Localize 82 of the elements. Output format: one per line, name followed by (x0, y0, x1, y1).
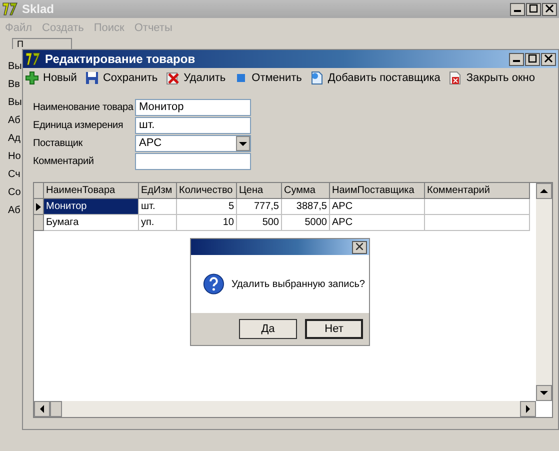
left-arrow-icon (39, 404, 45, 413)
down-arrow-icon (540, 390, 548, 396)
row-pointer-icon (36, 202, 41, 210)
close-icon (545, 4, 554, 13)
input-field[interactable]: шт. (135, 117, 251, 134)
field-label: Поставщик (33, 137, 84, 151)
dropdown-button[interactable] (236, 136, 250, 151)
close-button[interactable] (352, 240, 367, 254)
input-field[interactable]: Монитор (135, 99, 251, 116)
column-header[interactable]: Количество (177, 183, 237, 199)
close-button[interactable] (542, 2, 557, 16)
document-icon (310, 71, 324, 85)
close-icon (544, 54, 553, 63)
scroll-left-button[interactable] (34, 401, 50, 417)
field-label: Единица измерения (33, 119, 124, 133)
input-field[interactable] (135, 153, 251, 170)
list-item[interactable]: Вв (8, 78, 22, 92)
window-title: Редактирование товаров (45, 51, 196, 68)
table-cell: 3887,5 (282, 199, 330, 215)
column-header[interactable]: НаимПоставщика (330, 183, 425, 199)
dialog-message: Удалить выбранную запись? (231, 278, 365, 292)
table-cell: 10 (177, 215, 237, 231)
toolbar-button[interactable]: Удалить (164, 70, 232, 86)
table-cell: 777,5 (237, 199, 282, 215)
tab[interactable]: П (12, 38, 72, 49)
column-header[interactable]: ЕдИзм (139, 183, 177, 199)
toolbar-button[interactable]: Закрыть окно (446, 70, 541, 86)
dialog-button[interactable]: Нет (305, 319, 363, 339)
toolbar-button[interactable]: Добавить поставщика (308, 70, 446, 86)
table-cell: APC (330, 215, 425, 231)
field-label: Комментарий (33, 155, 95, 169)
list-item[interactable]: Но (8, 150, 22, 164)
column-header[interactable]: Комментарий (425, 183, 530, 199)
list-item[interactable]: Вы (8, 96, 22, 110)
toolbar-button[interactable]: Сохранить (82, 70, 164, 86)
column-header[interactable]: Сумма (282, 183, 330, 199)
scroll-right-button[interactable] (520, 401, 536, 417)
close-icon (356, 242, 363, 250)
list-item[interactable]: Вы (8, 60, 22, 74)
list-item[interactable]: Ад (8, 132, 22, 146)
minimize-button[interactable] (510, 2, 525, 16)
minimize-icon (513, 60, 520, 62)
delete-icon (166, 71, 180, 85)
supplier-combobox[interactable]: APC (135, 135, 251, 152)
close-document-icon (448, 71, 462, 85)
column-header[interactable]: НаименТовара (44, 183, 139, 199)
list-item[interactable]: Аб (8, 204, 22, 218)
table-cell: шт. (139, 199, 177, 215)
field-label: Наименование товара (33, 101, 134, 115)
toolbar-button[interactable]: Отменить (232, 70, 308, 86)
column-header[interactable]: Цена (237, 183, 282, 199)
scroll-thumb[interactable] (50, 401, 62, 417)
minimize-icon (514, 10, 521, 12)
table-cell: уп. (139, 215, 177, 231)
window-title: Sklad (22, 1, 54, 18)
right-arrow-icon (525, 404, 531, 413)
plus-icon (25, 71, 39, 85)
close-button[interactable] (541, 52, 556, 66)
maximize-button[interactable] (525, 52, 540, 66)
list-item[interactable]: Аб (8, 114, 22, 128)
maximize-icon (529, 4, 538, 13)
maximize-button[interactable] (526, 2, 541, 16)
table-cell: Бумага (44, 215, 139, 231)
app-logo-icon (25, 52, 41, 66)
scroll-up-button[interactable] (536, 183, 552, 199)
table-cell: APC (330, 199, 425, 215)
table-cell: 500 (237, 215, 282, 231)
table-cell: Монитор (44, 199, 139, 215)
scroll-down-button[interactable] (536, 385, 552, 401)
dropdown-arrow-icon (239, 140, 247, 146)
toolbar-button[interactable]: Новый (23, 70, 83, 86)
dialog-button[interactable]: Да (239, 319, 297, 339)
list-item[interactable]: Со (8, 186, 22, 200)
question-icon (203, 273, 224, 295)
table-cell: 5000 (282, 215, 330, 231)
up-arrow-icon (540, 188, 548, 194)
minimize-button[interactable] (509, 52, 524, 66)
table-cell: 5 (177, 199, 237, 215)
app-logo-icon (2, 2, 18, 16)
maximize-icon (528, 54, 537, 63)
list-item[interactable]: Сч (8, 168, 22, 182)
row-header[interactable] (34, 199, 44, 215)
